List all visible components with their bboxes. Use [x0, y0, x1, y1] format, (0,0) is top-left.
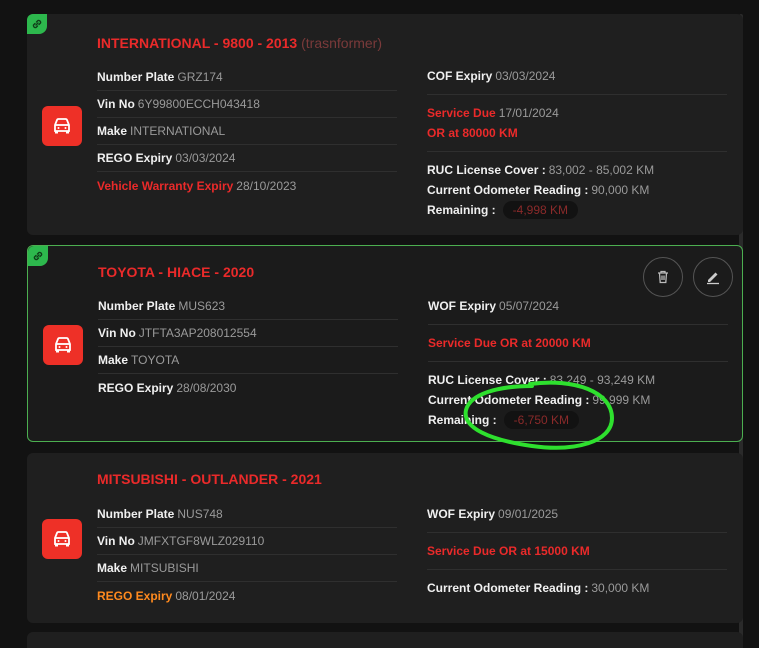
link-icon[interactable]: [28, 246, 48, 266]
trash-icon: [658, 270, 668, 284]
odometer-reading: Current Odometer Reading :90,000 KM: [427, 183, 650, 197]
vehicle-card-selected[interactable]: TOYOTA - HIACE - 2020 Number Plate MUS623…: [27, 245, 743, 442]
remaining: Remaining : -6,750 KM: [428, 410, 728, 430]
vin-row: Vin No JMFXTGF8WLZ029110: [97, 528, 397, 555]
car-icon: [42, 519, 82, 559]
rego-expiry-row: REGO Expiry 03/03/2024: [97, 145, 397, 172]
vin-row: Vin No 6Y99800ECCH043418: [97, 91, 397, 118]
vehicle-card[interactable]: [27, 632, 743, 648]
make-row: Make TOYOTA: [98, 347, 398, 374]
remaining: Remaining : -4,998 KM: [427, 200, 727, 220]
service-due-km: OR at 80000 KM: [427, 126, 518, 140]
ruc-license-cover: RUC License Cover :83,002 - 85,002 KM: [427, 163, 655, 177]
vin-row: Vin No JTFTA3AP208012554: [98, 320, 398, 347]
odometer-reading: Current Odometer Reading :30,000 KM: [427, 581, 650, 595]
pencil-icon: [707, 272, 719, 285]
number-plate-row: Number Plate NUS748: [97, 501, 397, 528]
cof-expiry: COF Expiry 03/03/2024: [427, 69, 556, 83]
vehicle-title: INTERNATIONAL - 9800 - 2013 (trasnformer…: [97, 35, 383, 51]
make-row: Make MITSUBISHI: [97, 555, 397, 582]
wof-expiry: WOF Expiry 05/07/2024: [428, 299, 560, 313]
link-icon[interactable]: [27, 14, 47, 34]
remaining-badge: -4,998 KM: [502, 201, 579, 219]
vehicle-title: TOYOTA - HIACE - 2020: [98, 264, 255, 280]
service-due: Service Due 17/01/2024: [427, 106, 559, 120]
service-due: Service Due OR at 15000 KM: [427, 544, 590, 558]
rego-expiry-row: REGO Expiry 28/08/2030: [98, 380, 237, 395]
odometer-reading: Current Odometer Reading :99,999 KM: [428, 393, 651, 407]
service-due: Service Due OR at 20000 KM: [428, 336, 591, 350]
car-icon: [42, 106, 82, 146]
vehicle-card[interactable]: INTERNATIONAL - 9800 - 2013 (trasnformer…: [27, 14, 743, 235]
car-icon: [43, 325, 83, 365]
delete-button[interactable]: [643, 257, 683, 297]
number-plate-row: Number Plate GRZ174: [97, 64, 397, 91]
number-plate-row: Number Plate MUS623: [98, 293, 398, 320]
remaining-badge: -6,750 KM: [503, 411, 580, 429]
ruc-license-cover: RUC License Cover :83,249 - 93,249 KM: [428, 373, 656, 387]
vehicle-title: MITSUBISHI - OUTLANDER - 2021: [97, 471, 322, 487]
edit-button[interactable]: [693, 257, 733, 297]
vehicle-subtitle: (trasnformer): [301, 35, 383, 51]
vehicle-card[interactable]: MITSUBISHI - OUTLANDER - 2021 Number Pla…: [27, 453, 743, 623]
make-row: Make INTERNATIONAL: [97, 118, 397, 145]
wof-expiry: WOF Expiry 09/01/2025: [427, 507, 559, 521]
rego-expiry-row: REGO Expiry 08/01/2024: [97, 588, 236, 603]
warranty-expiry-row: Vehicle Warranty Expiry 28/10/2023: [97, 178, 297, 193]
